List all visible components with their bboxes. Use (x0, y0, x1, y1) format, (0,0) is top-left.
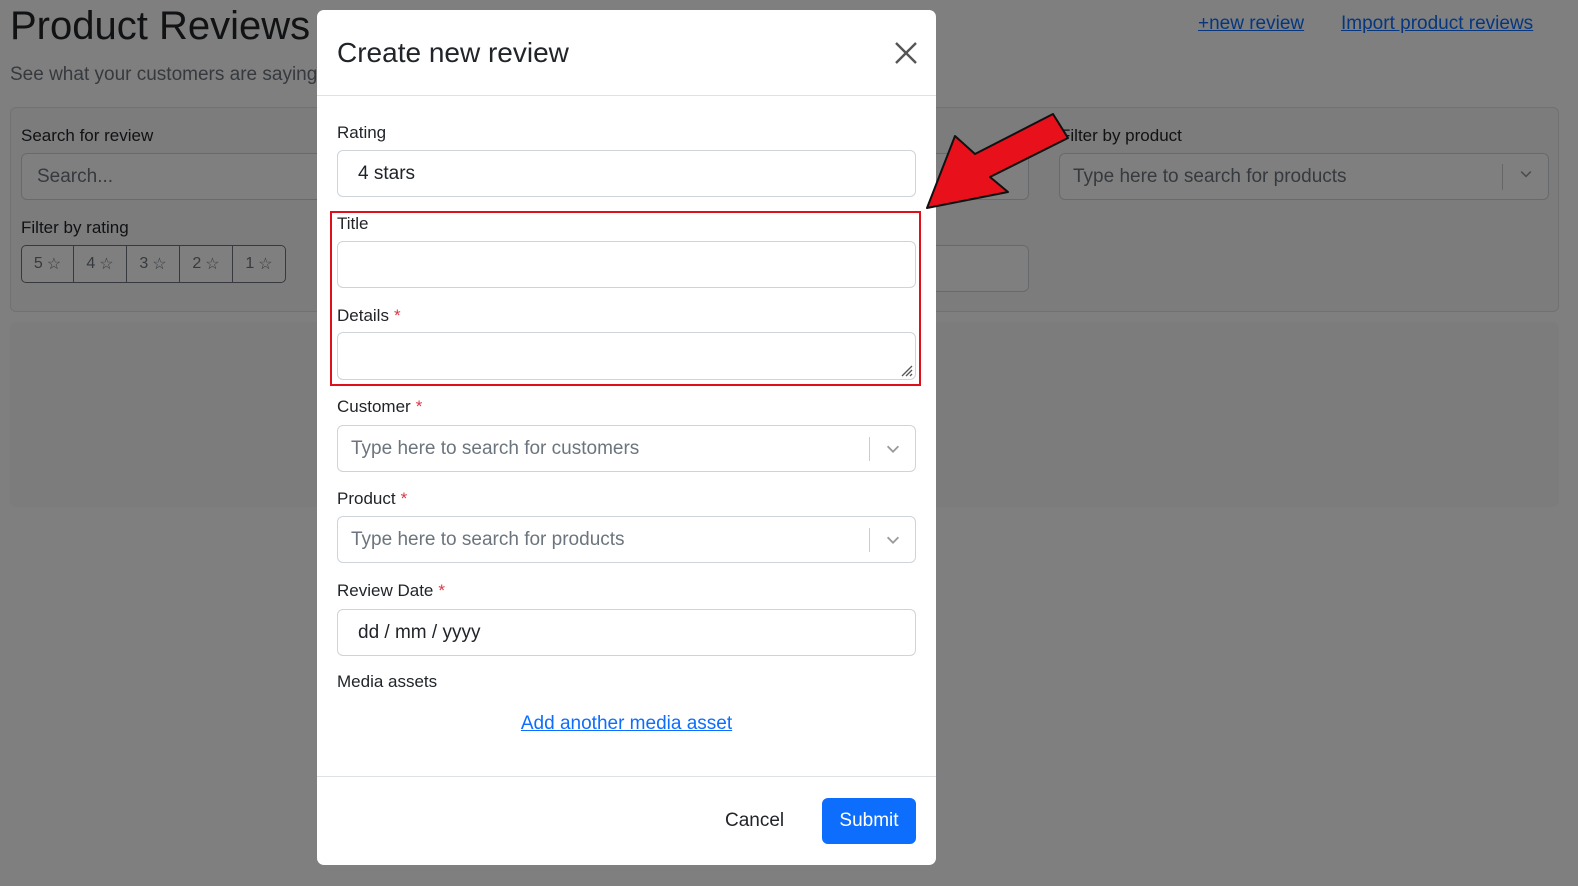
review-date-label-text: Review Date (337, 581, 434, 600)
cancel-button[interactable]: Cancel (725, 810, 784, 832)
customer-label-text: Customer (337, 397, 411, 416)
review-date-label: Review Date * (337, 581, 445, 601)
rating-value: 4 stars (358, 162, 416, 184)
product-label-text: Product (337, 489, 396, 508)
review-date-input[interactable]: dd / mm / yyyy (337, 609, 916, 656)
modal-title: Create new review (337, 37, 569, 68)
select-separator (869, 437, 870, 461)
product-select[interactable]: Type here to search for products (337, 516, 916, 563)
submit-button[interactable]: Submit (822, 798, 916, 844)
customer-placeholder: Type here to search for customers (351, 437, 640, 459)
required-marker: * (415, 397, 423, 416)
chevron-down-icon[interactable] (884, 440, 902, 458)
close-icon[interactable] (891, 38, 921, 68)
chevron-down-icon[interactable] (884, 531, 902, 549)
media-assets-label: Media assets (337, 672, 438, 691)
customer-label: Customer * (337, 397, 422, 417)
product-label: Product * (337, 489, 407, 509)
add-media-asset-link: Add another media asset (317, 713, 936, 735)
red-arrow-icon (926, 113, 1069, 209)
product-placeholder: Type here to search for products (351, 528, 625, 550)
rating-select[interactable]: 4 stars (337, 150, 916, 197)
customer-select[interactable]: Type here to search for customers (337, 425, 916, 472)
modal-header: Create new review (317, 10, 936, 96)
select-separator (869, 528, 870, 552)
rating-label: Rating (337, 123, 387, 142)
required-marker: * (400, 489, 408, 508)
modal-footer: Cancel Submit (317, 776, 936, 865)
review-date-value: dd / mm / yyyy (358, 621, 481, 643)
add-media-asset-link-text[interactable]: Add another media asset (521, 713, 732, 734)
highlight-box (330, 211, 921, 386)
create-review-modal: Create new review Rating 4 stars Title D… (317, 10, 936, 865)
required-marker: * (438, 581, 445, 600)
